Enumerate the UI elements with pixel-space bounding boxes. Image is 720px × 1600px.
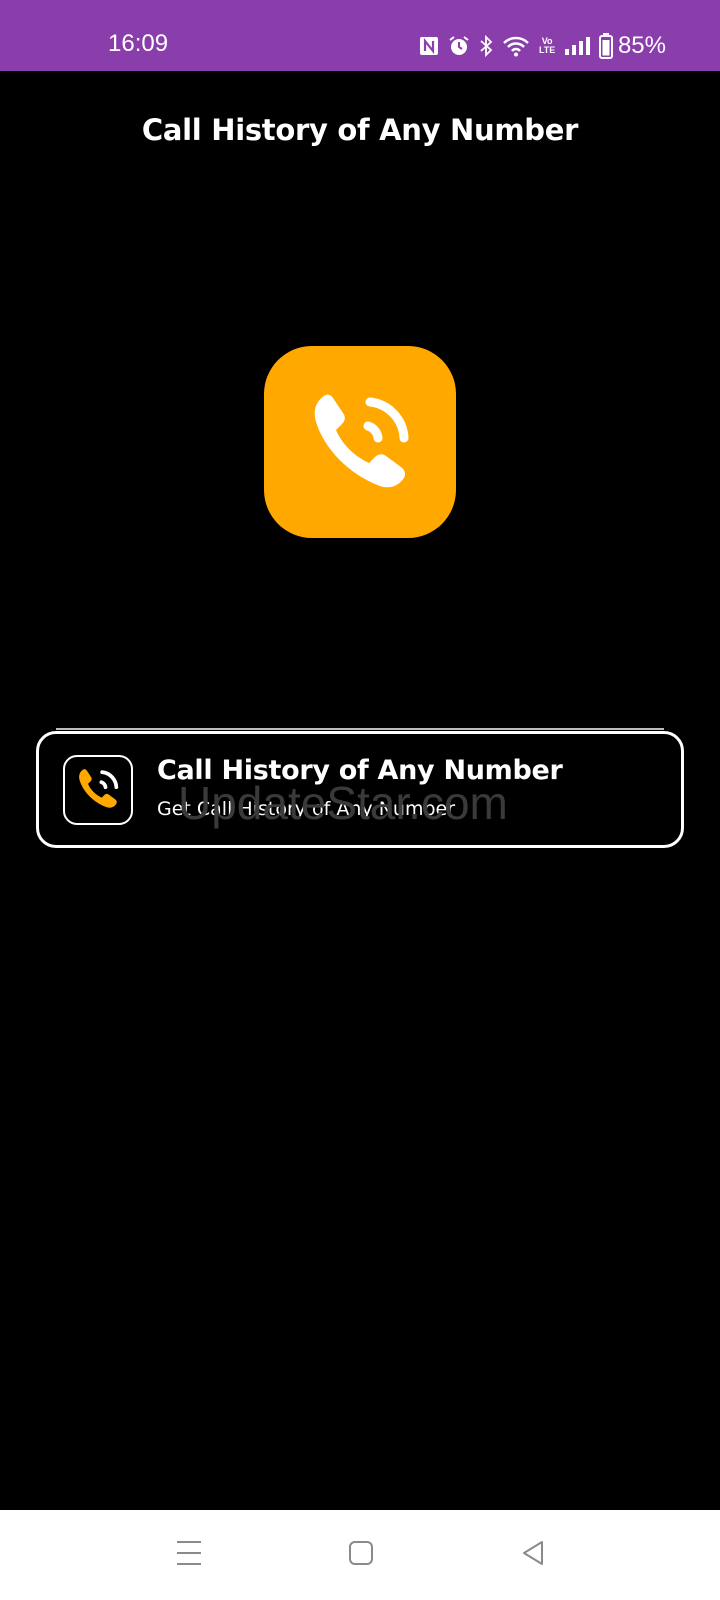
home-button[interactable] — [336, 1532, 386, 1578]
volte-bottom: LTE — [538, 45, 556, 55]
phone-call-icon — [73, 763, 123, 817]
status-icons: Vo LTE 85% — [419, 31, 666, 61]
phone-call-icon — [300, 380, 420, 504]
wifi-icon — [502, 35, 530, 57]
menu-button[interactable] — [164, 1532, 214, 1578]
app-logo — [264, 346, 456, 538]
menu-icon — [175, 1540, 203, 1570]
watermark: UpdateStar.com — [178, 777, 508, 829]
bluetooth-icon — [479, 35, 493, 57]
battery-icon — [598, 33, 613, 59]
volte-icon: Vo LTE — [539, 37, 555, 55]
status-bar: 16:09 Vo LTE 85% — [0, 0, 720, 71]
back-icon — [520, 1539, 546, 1571]
nfc-icon — [419, 36, 439, 56]
home-icon — [348, 1540, 374, 1570]
page-title: Call History of Any Number — [141, 113, 579, 147]
status-time: 16:09 — [108, 30, 169, 57]
battery-percent: 85% — [617, 32, 666, 59]
alarm-icon — [448, 35, 470, 57]
signal-icon — [564, 36, 590, 56]
card-app-icon — [63, 755, 133, 825]
nav-bar — [0, 1510, 720, 1600]
back-button[interactable] — [508, 1532, 558, 1578]
